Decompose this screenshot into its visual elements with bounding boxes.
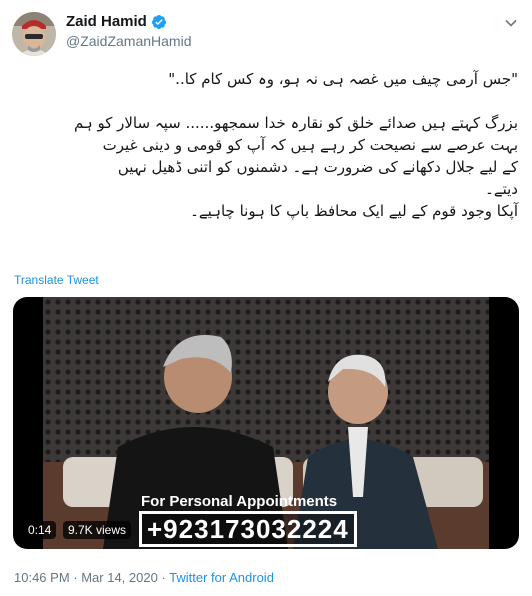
tweet-time[interactable]: 10:46 PM [14, 570, 70, 585]
tweet-footer: 10:46 PM · Mar 14, 2020 · Twitter for An… [14, 570, 274, 585]
verified-badge-icon [151, 14, 167, 30]
avatar[interactable] [12, 12, 56, 56]
video-player[interactable]: For Personal Appointments +923173032224 … [13, 297, 519, 549]
tweet-line: دیتے۔ [485, 180, 518, 198]
tweet-line: آپکا وجود قوم کے لیے ایک محافظ باپ کا ہو… [190, 202, 518, 220]
video-frame[interactable]: For Personal Appointments +923173032224 [43, 297, 489, 549]
video-overlay-caption: For Personal Appointments [141, 493, 338, 510]
tweet-card: Zaid Hamid @ZaidZamanHamid "جس آرمی چیف … [0, 0, 532, 596]
tweet-line: "جس آرمی چیف میں غصہ ہی نہ ہو، وہ کس کام… [168, 70, 518, 88]
tweet-text: "جس آرمی چیف میں غصہ ہی نہ ہو، وہ کس کام… [14, 68, 518, 222]
video-duration-badge: 0:14 [23, 521, 57, 539]
video-overlay-phone: +923173032224 [139, 511, 357, 547]
author-display-name[interactable]: Zaid Hamid [66, 13, 147, 30]
footer-separator: · [69, 570, 82, 585]
tweet-date[interactable]: Mar 14, 2020 [81, 570, 158, 585]
tweet-line: کے لیے جلال دکھانے کی ضرورت ہے۔ دشمنوں ک… [117, 158, 518, 176]
author-name-row[interactable]: Zaid Hamid [66, 13, 167, 30]
tweet-line: بہت عرصے سے نصیحت کر رہے ہیں کہ آپ کو قو… [102, 136, 518, 154]
translate-tweet-link[interactable]: Translate Tweet [14, 273, 99, 287]
tweet-line: بزرگ کہتے ہیں صدائے خلق کو نقارہ خدا سمج… [73, 114, 518, 132]
chevron-down-icon[interactable] [504, 16, 518, 30]
video-views-badge: 9.7K views [63, 521, 132, 539]
avatar-image [12, 12, 56, 56]
footer-separator: · [157, 570, 170, 585]
tweet-source-link[interactable]: Twitter for Android [169, 570, 274, 585]
author-handle[interactable]: @ZaidZamanHamid [66, 33, 191, 49]
